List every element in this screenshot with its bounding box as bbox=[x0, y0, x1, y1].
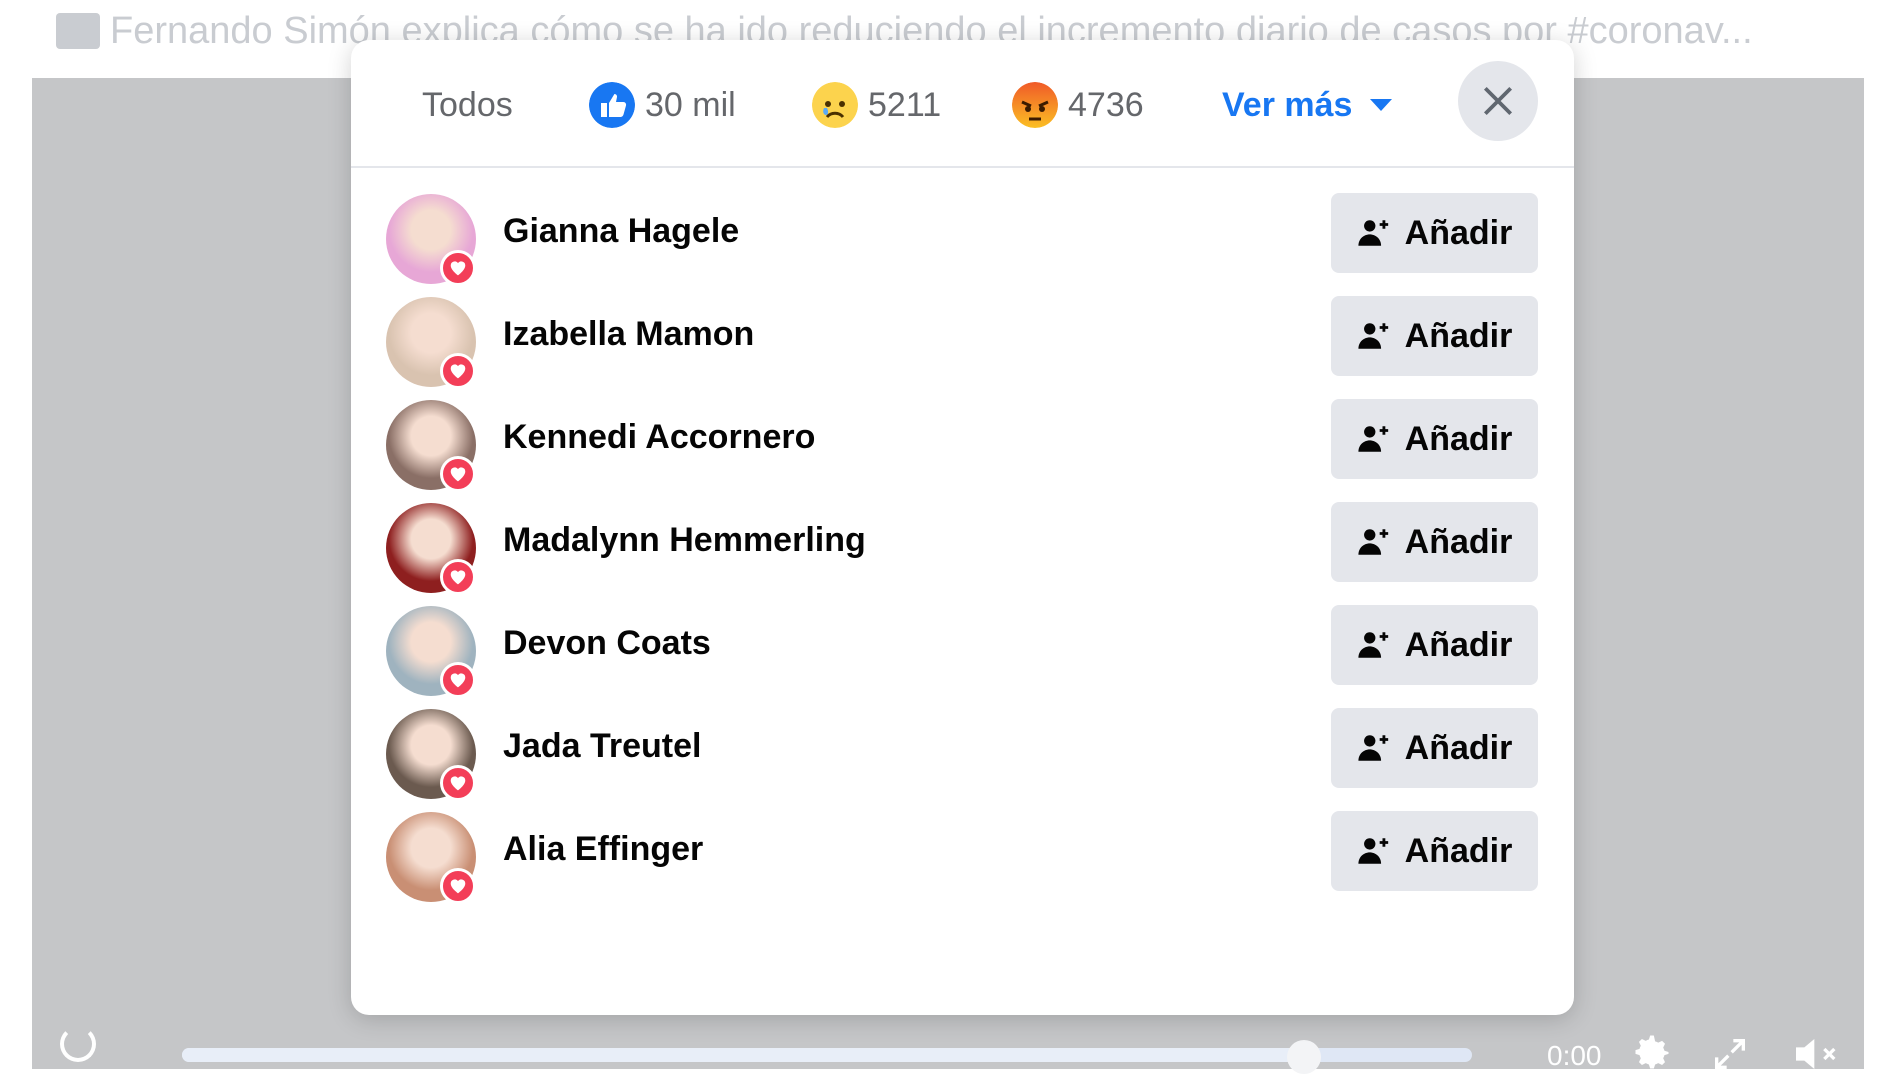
tab-more[interactable]: Ver más bbox=[1222, 80, 1393, 130]
progress-fill bbox=[182, 1048, 1305, 1062]
add-friend-button[interactable]: Añadir bbox=[1331, 399, 1538, 479]
person-name[interactable]: Kennedi Accornero bbox=[503, 418, 815, 457]
like-reaction-icon bbox=[589, 82, 635, 128]
video-controls: 0:00 bbox=[32, 1020, 1864, 1074]
sad-reaction-icon bbox=[812, 82, 858, 128]
gear-icon[interactable] bbox=[1630, 1030, 1674, 1074]
mute-icon[interactable] bbox=[1790, 1034, 1842, 1074]
add-friend-icon bbox=[1358, 632, 1388, 658]
list-item: Alia Effinger Añadir bbox=[351, 786, 1574, 911]
add-friend-button[interactable]: Añadir bbox=[1331, 811, 1538, 891]
angry-reaction-icon bbox=[1012, 82, 1058, 128]
add-friend-icon bbox=[1358, 220, 1388, 246]
tab-angry-count: 4736 bbox=[1068, 85, 1144, 124]
heart-icon bbox=[450, 879, 466, 894]
add-friend-icon bbox=[1358, 838, 1388, 864]
tab-sad[interactable]: 5211 bbox=[812, 80, 941, 130]
replay-icon[interactable] bbox=[60, 1026, 96, 1062]
add-friend-button[interactable]: Añadir bbox=[1331, 193, 1538, 273]
add-friend-label: Añadir bbox=[1404, 728, 1513, 767]
tab-all[interactable]: Todos bbox=[422, 80, 513, 130]
add-friend-icon bbox=[1358, 529, 1388, 555]
close-icon bbox=[1483, 86, 1513, 116]
fullscreen-icon[interactable] bbox=[1710, 1034, 1750, 1074]
tab-all-label: Todos bbox=[422, 85, 513, 124]
person-name[interactable]: Devon Coats bbox=[503, 624, 711, 663]
tab-more-label: Ver más bbox=[1222, 85, 1353, 124]
person-name[interactable]: Gianna Hagele bbox=[503, 212, 739, 251]
person-name[interactable]: Izabella Mamon bbox=[503, 315, 754, 354]
person-name[interactable]: Jada Treutel bbox=[503, 727, 701, 766]
add-friend-button[interactable]: Añadir bbox=[1331, 605, 1538, 685]
caret-down-icon bbox=[1370, 99, 1393, 111]
add-friend-icon bbox=[1358, 323, 1388, 349]
add-friend-label: Añadir bbox=[1404, 831, 1513, 870]
tab-like[interactable]: 30 mil bbox=[589, 80, 736, 130]
tab-sad-count: 5211 bbox=[868, 85, 942, 124]
add-friend-button[interactable]: Añadir bbox=[1331, 502, 1538, 582]
reactions-dialog: Todos 30 mil 5211 4736 Ver más Gianna Ha… bbox=[351, 40, 1574, 1015]
love-reaction-badge bbox=[440, 868, 476, 904]
time-display: 0:00 bbox=[1547, 1040, 1602, 1071]
close-button[interactable] bbox=[1458, 61, 1538, 141]
add-friend-label: Añadir bbox=[1404, 625, 1513, 664]
person-name[interactable]: Madalynn Hemmerling bbox=[503, 521, 866, 560]
add-friend-label: Añadir bbox=[1404, 213, 1513, 252]
progress-bar[interactable] bbox=[182, 1040, 1472, 1074]
add-friend-button[interactable]: Añadir bbox=[1331, 296, 1538, 376]
person-name[interactable]: Alia Effinger bbox=[503, 830, 703, 869]
video-icon bbox=[56, 13, 100, 49]
add-friend-button[interactable]: Añadir bbox=[1331, 708, 1538, 788]
add-friend-label: Añadir bbox=[1404, 316, 1513, 355]
add-friend-label: Añadir bbox=[1404, 522, 1513, 561]
tab-angry[interactable]: 4736 bbox=[1012, 80, 1144, 130]
tab-like-count: 30 mil bbox=[645, 85, 736, 124]
add-friend-icon bbox=[1358, 426, 1388, 452]
add-friend-label: Añadir bbox=[1404, 419, 1513, 458]
add-friend-icon bbox=[1358, 735, 1388, 761]
reaction-tabs: Todos 30 mil 5211 4736 Ver más bbox=[351, 40, 1574, 168]
